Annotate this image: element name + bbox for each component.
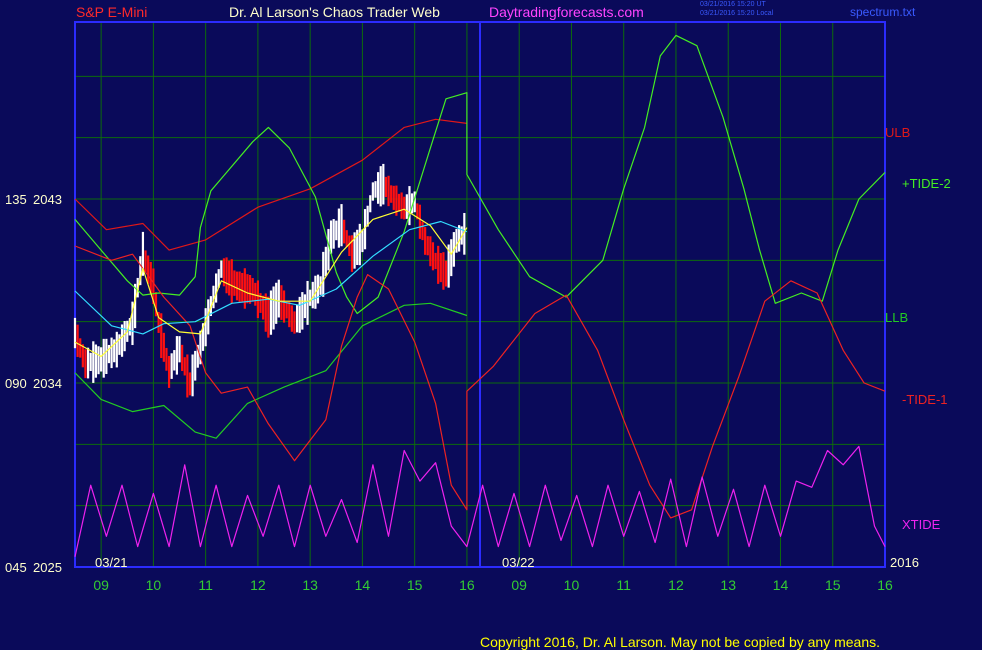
x-tick-label: 10 [564,577,580,593]
tide-minus-label: -TIDE-1 [902,392,948,407]
y-tick-cycle: 045 [5,560,27,575]
timestamp-ut: 03/21/2016 15:20 UT [700,1,766,8]
x-tick-label: 16 [877,577,893,593]
x-tick-label: 14 [355,577,371,593]
chart-area: 09 10 11 12 13 14 15 16 09 10 11 12 13 14 15 16 135 2043… [5,21,893,593]
x-tick-label: 15 [825,577,841,593]
y-tick-price: 2043 [33,192,62,207]
x-tick-labels: 09 10 11 12 13 14 15 16 09 10 11 12 13 14 15 16 [93,577,893,593]
site-title: Dr. Al Larson's Chaos Trader Web [229,4,440,20]
x-tick-label: 09 [93,577,109,593]
timestamp-local: 03/21/2016 15:20 Local [700,10,774,17]
ulb-label: ULB [885,125,911,140]
x-tick-label: 13 [720,577,736,593]
date-label-0321: 03/21 [95,555,128,570]
tide-plus-label: +TIDE-2 [902,176,951,191]
x-tick-label: 11 [616,577,631,593]
x-tick-label: 12 [250,577,266,593]
y-tick-price: 2025 [33,560,62,575]
y-tick-price: 2034 [33,376,62,391]
x-tick-label: 11 [198,577,213,593]
website-link[interactable]: Daytradingforecasts.com [489,4,644,20]
symbol-title: S&P E-Mini [76,4,148,20]
x-tick-label: 10 [146,577,162,593]
date-label-0322: 03/22 [502,555,535,570]
xtide-label: XTIDE [902,517,941,532]
x-tick-label: 14 [773,577,789,593]
y-tick-cycle: 090 [5,376,27,391]
year-label: 2016 [890,555,919,570]
copyright-text: Copyright 2016, Dr. Al Larson. May not b… [480,634,881,650]
x-tick-label: 12 [668,577,684,593]
x-tick-label: 13 [302,577,318,593]
llb-label: LLB [885,310,909,325]
x-tick-label: 16 [459,577,475,593]
y-tick-cycle: 135 [5,192,27,207]
x-tick-label: 09 [511,577,527,593]
data-file-name: spectrum.txt [850,5,916,19]
y-tick-labels: 135 2043 090 2034 045 2025 [5,192,62,575]
x-tick-label: 15 [407,577,423,593]
